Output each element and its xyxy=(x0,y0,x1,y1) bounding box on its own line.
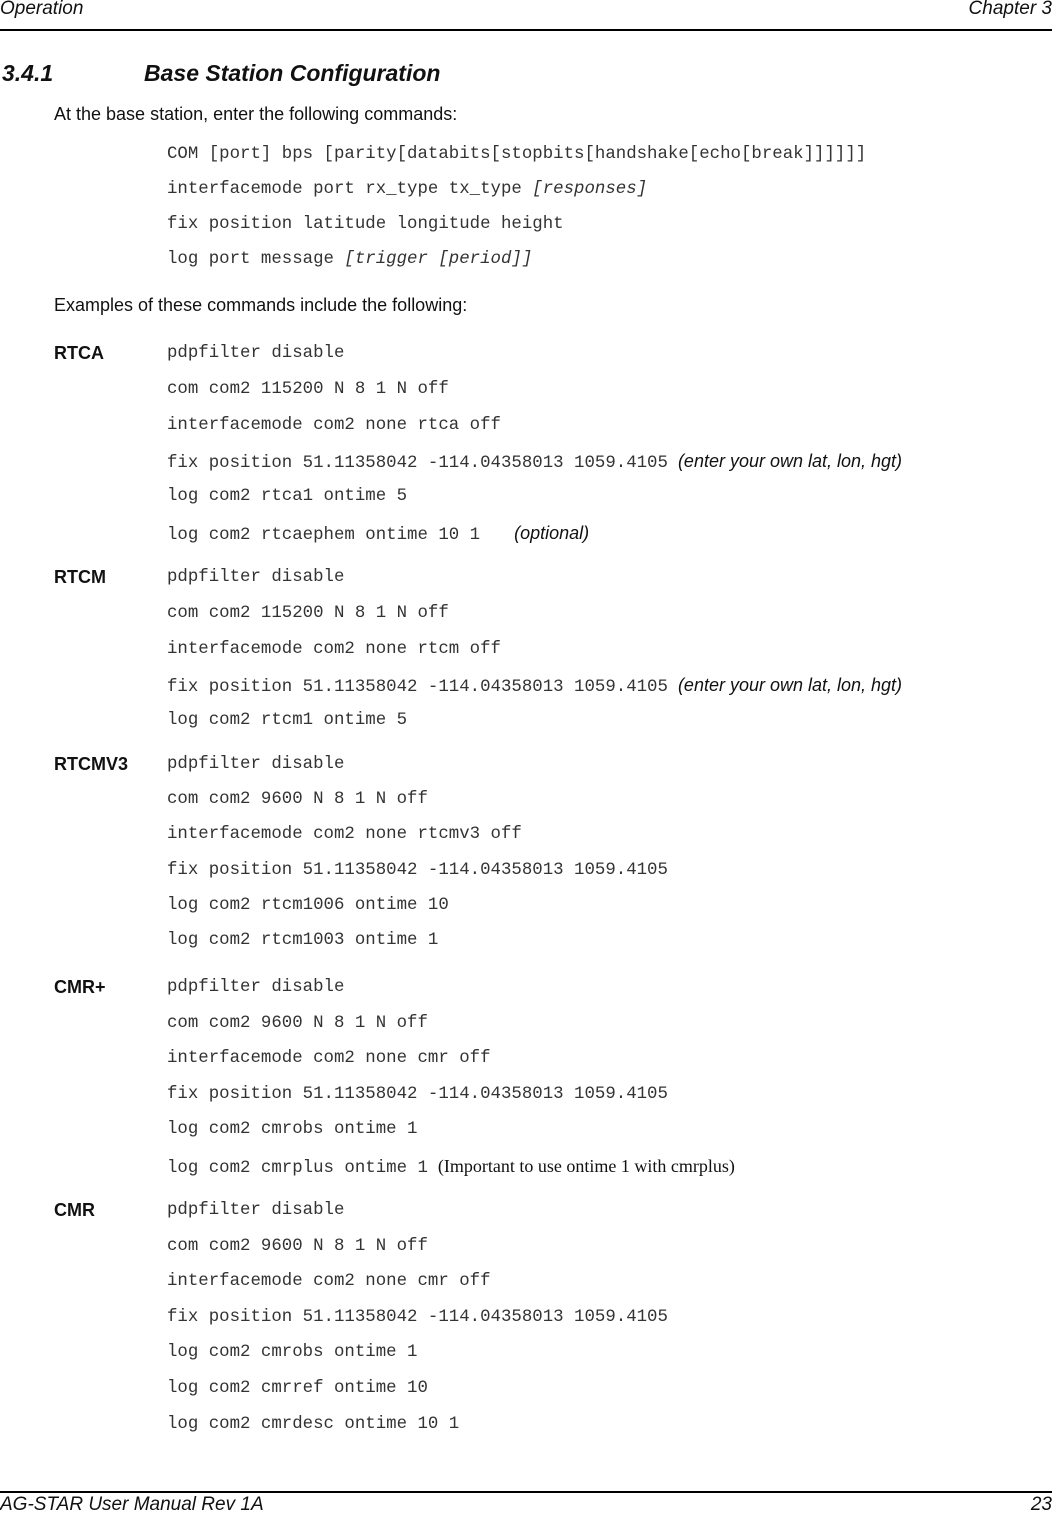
command-text: log com2 rtcaephem ontime 10 1 xyxy=(167,526,481,545)
command-text: log com2 cmrref ontime 10 xyxy=(167,1379,428,1398)
command-text: com com2 115200 N 8 1 N off xyxy=(167,379,449,399)
command-line: log com2 rtcaephem ontime 10 1 (optional) xyxy=(167,523,589,545)
header-rule xyxy=(0,29,1052,31)
command-text: log com2 rtca1 ontime 5 xyxy=(167,487,408,507)
command-line: log com2 rtcm1 ontime 5 xyxy=(167,711,407,730)
command-text: com com2 9600 N 8 1 N off xyxy=(167,790,428,810)
command-line: pdpfilter disable xyxy=(167,568,344,587)
section-title: Base Station Configuration xyxy=(144,60,441,86)
command-line: fix position 51.11358042 -114.04358013 1… xyxy=(167,1085,668,1104)
command-text: log com2 cmrobs ontime 1 xyxy=(167,1120,418,1140)
command-text: com com2 115200 N 8 1 N off xyxy=(167,603,449,623)
command-text: com com2 9600 N 8 1 N off xyxy=(167,1236,428,1256)
command-line: log com2 cmrref ontime 10 xyxy=(167,1379,428,1398)
command-line: pdpfilter disable xyxy=(167,344,344,363)
syntax-line: interfacemode port rx_type tx_type [resp… xyxy=(167,180,648,199)
command-line: pdpfilter disable xyxy=(167,1201,344,1220)
command-text: log com2 cmrplus ontime 1 xyxy=(167,1159,428,1178)
command-line: com com2 115200 N 8 1 N off xyxy=(167,380,449,399)
example-group-label: RTCMV3 xyxy=(54,754,129,774)
command-line: log com2 rtcm1003 ontime 1 xyxy=(167,931,438,950)
example-group-label: RTCA xyxy=(54,343,104,363)
page-header: Operation Chapter 3 xyxy=(0,0,1052,22)
command-text: interfacemode com2 none cmr off xyxy=(167,1272,491,1292)
command-text: pdpfilter disable xyxy=(167,1201,345,1220)
section-number: 3.4.1 xyxy=(2,60,54,86)
command-line: interfacemode com2 none cmr off xyxy=(167,1049,491,1068)
command-note: (optional) xyxy=(514,523,590,543)
command-line: interfacemode com2 none rtca off xyxy=(167,416,501,435)
command-line: interfacemode com2 none rtcm off xyxy=(167,640,501,659)
command-text: fix position 51.11358042 -114.04358013 1… xyxy=(167,1307,668,1327)
command-text: pdpfilter disable xyxy=(167,344,345,363)
command-text: pdpfilter disable xyxy=(167,568,345,587)
command-line: log com2 cmrdesc ontime 10 1 xyxy=(167,1415,459,1434)
command-line: log com2 cmrobs ontime 1 xyxy=(167,1120,417,1139)
command-note: (Important to use ontime 1 with cmrplus) xyxy=(437,1156,735,1176)
page-number: 23 xyxy=(1030,1494,1052,1515)
footer-manual-title: AG-STAR User Manual Rev 1A xyxy=(0,1494,264,1515)
command-text: pdpfilter disable xyxy=(167,978,345,997)
command-line: com com2 9600 N 8 1 N off xyxy=(167,1237,428,1256)
command-line: com com2 9600 N 8 1 N off xyxy=(167,790,428,809)
command-line: log com2 cmrobs ontime 1 xyxy=(167,1343,417,1362)
command-line: com com2 9600 N 8 1 N off xyxy=(167,1014,428,1033)
example-group-label: CMR xyxy=(54,1200,95,1220)
header-chapter: Chapter 3 xyxy=(968,0,1052,19)
command-line: interfacemode com2 none rtcmv3 off xyxy=(167,825,522,844)
command-text: fix position 51.11358042 -114.04358013 1… xyxy=(167,860,668,880)
section-heading: 3.4.1 Base Station Configuration xyxy=(2,60,440,87)
command-text: fix position 51.11358042 -114.04358013 1… xyxy=(167,678,668,698)
syntax-line: log port message [trigger [period]] xyxy=(167,250,533,269)
command-text: fix position 51.11358042 -114.04358013 1… xyxy=(167,454,668,474)
command-line: log com2 cmrplus ontime 1 (Important to u… xyxy=(167,1156,735,1178)
command-line: fix position 51.11358042 -114.04358013 1… xyxy=(167,1308,668,1327)
command-text: log com2 cmrdesc ontime 10 1 xyxy=(167,1414,460,1434)
command-text: com com2 9600 N 8 1 N off xyxy=(167,1013,428,1033)
example-group-label: RTCM xyxy=(54,567,106,587)
command-text: fix position 51.11358042 -114.04358013 1… xyxy=(167,1084,668,1104)
command-text: log com2 rtcm1 ontime 5 xyxy=(167,711,408,731)
example-group-label: CMR+ xyxy=(54,977,106,997)
command-text: log com2 cmrobs ontime 1 xyxy=(167,1343,418,1363)
command-text: interfacemode com2 none rtcm off xyxy=(167,639,501,659)
command-line: log com2 rtca1 ontime 5 xyxy=(167,487,407,506)
command-text: pdpfilter disable xyxy=(167,755,345,774)
command-line: pdpfilter disable xyxy=(167,978,344,997)
command-line: fix position 51.11358042 -114.04358013 1… xyxy=(167,451,902,473)
command-text: interfacemode com2 none cmr off xyxy=(167,1049,491,1069)
command-text: interfacemode com2 none rtcmv3 off xyxy=(167,825,522,845)
syntax-line: fix position latitude longitude height xyxy=(167,215,564,234)
header-section-name: Operation xyxy=(0,0,84,19)
command-note: (enter your own lat, lon, hgt) xyxy=(677,451,903,472)
footer-rule xyxy=(0,1491,1052,1493)
command-line: interfacemode com2 none cmr off xyxy=(167,1272,491,1291)
command-line: fix position 51.11358042 -114.04358013 1… xyxy=(167,861,668,880)
command-line: pdpfilter disable xyxy=(167,755,344,774)
examples-intro: Examples of these commands include the f… xyxy=(54,295,468,315)
command-line: com com2 115200 N 8 1 N off xyxy=(167,604,449,623)
command-line: fix position 51.11358042 -114.04358013 1… xyxy=(167,675,902,697)
command-text: log com2 rtcm1006 ontime 10 xyxy=(167,895,449,915)
command-note: (enter your own lat, lon, hgt) xyxy=(677,675,903,696)
syntax-line: COM [port] bps [parity[databits[stopbits… xyxy=(167,145,867,164)
intro-paragraph: At the base station, enter the following… xyxy=(54,104,458,124)
command-text: interfacemode com2 none rtca off xyxy=(167,415,501,435)
command-text: log com2 rtcm1003 ontime 1 xyxy=(167,931,439,950)
command-line: log com2 rtcm1006 ontime 10 xyxy=(167,896,449,915)
